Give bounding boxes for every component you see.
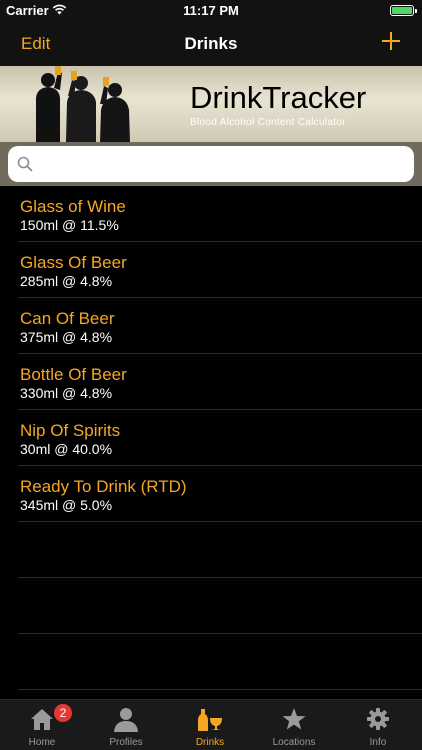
drink-name: Glass of Wine [20,197,126,216]
list-item[interactable]: Bottle Of Beer 330ml @ 4.8% [0,354,422,410]
gear-icon [367,708,389,730]
tab-label: Info [369,737,387,748]
search-icon [17,156,33,172]
tab-label: Home [28,737,56,748]
row-divider [18,521,422,522]
drink-detail: 285ml @ 4.8% [20,273,113,289]
list-item[interactable]: Nip Of Spirits 30ml @ 40.0% [0,410,422,466]
clock: 11:17 PM [183,3,239,18]
battery-icon [390,5,417,16]
drink-name: Can Of Beer [20,309,115,328]
drinks-list: Glass of Wine 150ml @ 11.5% Glass Of Bee… [0,186,422,699]
tab-label: Locations [272,737,316,748]
list-item[interactable]: Glass Of Beer 285ml @ 4.8% [0,242,422,298]
tab-home[interactable]: 2 Home [0,700,84,750]
navigation-bar: Edit Drinks [0,22,422,66]
row-divider [18,577,422,578]
row-divider [18,633,422,634]
list-item[interactable]: Ready To Drink (RTD) 345ml @ 5.0% [0,466,422,522]
app-banner: DrinkTracker Blood Alcohol Content Calcu… [0,66,422,142]
drink-detail: 150ml @ 11.5% [20,217,119,233]
search-field[interactable] [8,146,414,182]
drink-name: Glass Of Beer [20,253,127,272]
tab-label: Profiles [109,737,143,748]
home-icon [31,709,53,730]
plus-icon[interactable] [380,30,402,52]
star-icon [282,708,306,730]
tab-bar: 2 Home Profiles Drinks Locations Info [0,699,422,750]
drink-detail: 30ml @ 40.0% [20,441,113,457]
notification-badge: 2 [54,704,72,722]
app-subtitle: Blood Alcohol Content Calculator [190,117,346,128]
drink-name: Ready To Drink (RTD) [20,477,187,496]
search-bar [0,142,422,186]
list-item[interactable]: Can Of Beer 375ml @ 4.8% [0,298,422,354]
drinks-icon [198,709,222,731]
tab-label: Drinks [195,737,225,748]
row-divider [18,689,422,690]
status-bar: Carrier 11:17 PM [0,0,422,22]
list-item[interactable]: Glass of Wine 150ml @ 11.5% [0,186,422,242]
page-title: Drinks [184,34,238,53]
drink-detail: 375ml @ 4.8% [20,329,113,345]
drink-detail: 345ml @ 5.0% [20,497,113,513]
tab-info[interactable]: Info [336,700,420,750]
person-icon [114,708,138,732]
tab-locations[interactable]: Locations [252,700,336,750]
app-name: DrinkTracker [190,80,367,115]
tab-drinks[interactable]: Drinks [168,700,252,750]
drink-detail: 330ml @ 4.8% [20,385,113,401]
drink-name: Nip Of Spirits [20,421,121,440]
drinkers-silhouette-icon [36,66,130,142]
search-input[interactable] [38,150,406,178]
tab-profiles[interactable]: Profiles [84,700,168,750]
drink-name: Bottle Of Beer [20,365,127,384]
